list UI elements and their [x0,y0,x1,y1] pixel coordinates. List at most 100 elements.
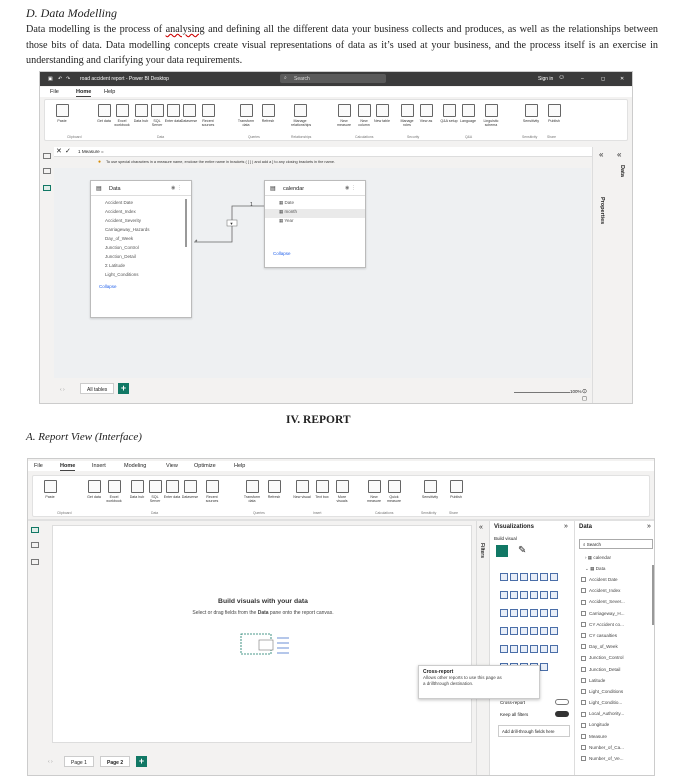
field-checkbox[interactable] [581,677,586,683]
ribbon-get-data-button[interactable]: Get data [95,104,113,123]
format-visual-icon[interactable]: ✎ [518,545,526,556]
data-tree-table[interactable]: ⌄ ▦ Data [579,566,654,577]
collapse-calendar-link[interactable]: Collapse [265,251,365,256]
visual-type-icon[interactable] [550,645,558,653]
table-view-icon[interactable] [31,542,39,548]
calendar-field-row[interactable]: ▦ Year [265,218,365,227]
menu-home[interactable]: Home [60,463,76,471]
data-field-item[interactable]: CY Accident co... [581,622,651,633]
field-checkbox[interactable] [581,756,586,762]
visual-type-icon[interactable] [540,591,548,599]
ribbon-view-as-button[interactable]: View as [417,104,435,123]
ribbon-data-hub-button[interactable]: Data hub [128,480,146,499]
ribbon-quick-measure-button[interactable]: Quick measure [385,480,403,503]
ribbon-linguistic-schema-button[interactable]: Linguistic schema [482,104,500,127]
signin-link[interactable]: Sign in [538,76,553,82]
visual-type-icon[interactable] [550,591,558,599]
data-field-item[interactable]: Number_of_Ve... [581,756,651,767]
visual-type-icon[interactable] [510,645,518,653]
visual-type-icon[interactable] [540,645,548,653]
visual-type-icon[interactable] [540,573,548,581]
menu-insert[interactable]: Insert [92,463,106,469]
ribbon-new-table-button[interactable]: New table [373,104,391,123]
data-field-item[interactable]: Junction_Control [581,655,651,666]
filters-strip[interactable]: « Filters [476,521,488,775]
field-checkbox[interactable] [581,610,586,616]
visual-type-icon[interactable] [520,591,528,599]
data-field-item[interactable]: Measure [581,734,651,745]
visibility-icon[interactable]: ◉ ⋮ [171,185,182,191]
data-table-card[interactable]: ▤ Data ◉ ⋮ Accident Date Accident_Index Acci… [90,180,192,318]
visual-type-icon[interactable] [540,609,548,617]
visual-type-icon[interactable] [500,591,508,599]
drill-fields-well[interactable]: Add drill-through fields here [498,725,570,737]
visual-type-icon[interactable] [520,573,528,581]
collapse-data-link[interactable]: Collapse [91,284,191,289]
data-field-item[interactable]: Longitude [581,722,651,733]
ribbon-excel-workbook-button[interactable]: Excel workbook [105,480,123,503]
visual-type-icon[interactable] [530,645,538,653]
collapse-data-icon[interactable]: « [617,150,621,159]
keep-filters-toggle[interactable] [555,711,569,717]
visual-type-icon[interactable] [510,591,518,599]
title-search-box[interactable]: ⌕ Search [280,74,386,83]
visual-type-icon[interactable] [500,627,508,635]
ribbon-sensitivity-button[interactable]: Sensitivity [421,480,439,499]
ribbon-new-measure-button[interactable]: New measure [365,480,383,503]
visual-type-icon[interactable] [520,627,528,635]
visibility-icon[interactable]: ◉ ⋮ [345,185,356,191]
properties-pane-label[interactable]: Properties [599,197,605,224]
visual-type-icon[interactable] [540,627,548,635]
formula-input[interactable]: 1 Measure = [78,149,104,154]
avatar-icon[interactable]: ☺ [558,74,565,81]
page-tab-1[interactable]: Page 1 [64,756,94,767]
visual-type-icon[interactable] [500,645,508,653]
field-checkbox[interactable] [581,644,586,650]
model-view-icon[interactable] [43,185,51,191]
report-view-icon[interactable] [43,153,51,159]
cancel-formula-icon[interactable]: ✕ [56,147,62,155]
menu-optimize[interactable]: Optimize [194,463,216,469]
all-tables-tab[interactable]: All tables [80,383,115,394]
menu-help[interactable]: Help [104,89,115,95]
cross-report-toggle[interactable] [555,699,569,705]
ribbon-refresh-button[interactable]: Refresh [259,104,277,123]
data-field-item[interactable]: Accident_Sever... [581,599,651,610]
field-checkbox[interactable] [581,599,586,605]
visual-type-icon[interactable] [550,627,558,635]
field-checkbox[interactable] [581,622,586,628]
close-icon[interactable]: ✕ [620,76,624,82]
field-checkbox[interactable] [581,588,586,594]
data-field-row[interactable]: Light_Conditions [91,272,191,281]
ribbon-transform-data-button[interactable]: Transform data [237,104,255,127]
field-checkbox[interactable] [581,722,586,728]
ribbon-q-a-setup-button[interactable]: Q&A setup [440,104,458,123]
ribbon-sql-server-button[interactable]: SQL Server [146,480,164,503]
visual-type-icon[interactable] [500,609,508,617]
ribbon-text-box-button[interactable]: Text box [313,480,331,499]
visual-type-icon[interactable] [530,591,538,599]
visual-type-icon[interactable] [510,573,518,581]
data-field-item[interactable]: Day_of_Week [581,644,651,655]
menu-view[interactable]: View [166,463,178,469]
redo-icon[interactable]: ↷ [66,76,70,82]
field-checkbox[interactable] [581,577,586,583]
ribbon-refresh-button[interactable]: Refresh [265,480,283,499]
field-checkbox[interactable] [581,745,586,751]
save-icon[interactable]: ▣ [48,76,53,82]
visual-type-icon[interactable] [510,609,518,617]
ribbon-transform-data-button[interactable]: Transform data [243,480,261,503]
page-nav-icon[interactable]: ‹ › [48,759,53,765]
ribbon-paste-button[interactable]: Paste [41,480,59,499]
report-view-icon[interactable] [31,527,39,533]
field-checkbox[interactable] [581,711,586,717]
data-tree-table[interactable]: › ▦ calendar [579,555,654,566]
visual-type-icon[interactable] [550,609,558,617]
visual-type-icon[interactable] [550,573,558,581]
ribbon-new-column-button[interactable]: New column [355,104,373,127]
field-checkbox[interactable] [581,655,586,661]
menu-help[interactable]: Help [234,463,245,469]
scrollbar[interactable] [185,199,187,247]
data-field-row[interactable]: Junction_Control [91,245,191,254]
data-field-item[interactable]: Light_Conditio... [581,700,651,711]
